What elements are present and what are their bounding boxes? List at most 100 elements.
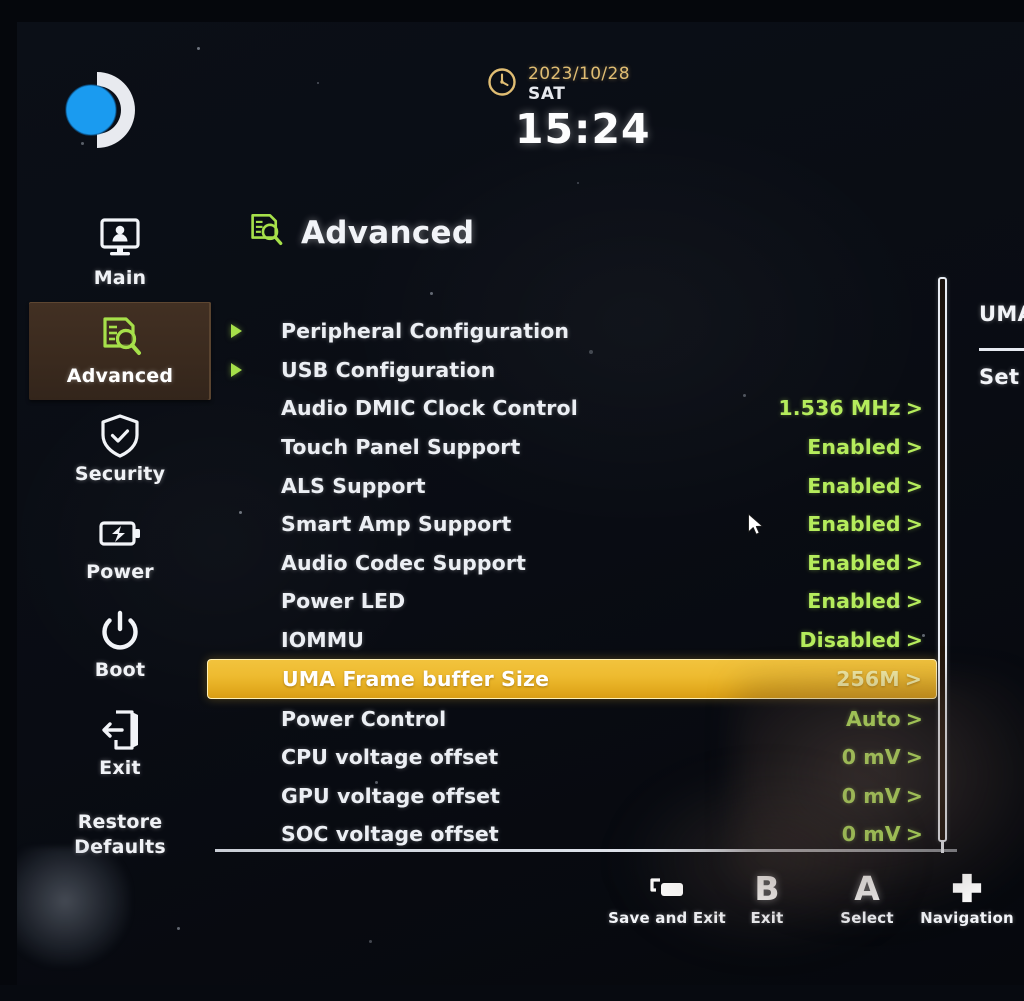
- settings-row-label: Peripheral Configuration: [281, 319, 570, 344]
- settings-row-label: Power LED: [281, 589, 406, 614]
- view-button-icon: [647, 867, 687, 909]
- sidebar-item-label: Power: [86, 561, 154, 583]
- chevron-right-icon: >: [905, 473, 923, 498]
- settings-row-label: ALS Support: [281, 473, 426, 498]
- b-button-glyph: B: [754, 868, 780, 908]
- settings-row-value[interactable]: Enabled >: [807, 474, 923, 498]
- settings-row-label: USB Configuration: [281, 357, 496, 382]
- chevron-right-icon: >: [905, 783, 923, 808]
- hint-exit[interactable]: B Exit: [717, 867, 817, 928]
- settings-row-label: Power Control: [281, 706, 447, 731]
- device-photo: 2023/10/28 SAT 15:24 Main Advanced Secur…: [0, 0, 1024, 1001]
- help-panel: UMA Set U: [979, 302, 1024, 389]
- settings-row-label: IOMMU: [281, 628, 365, 653]
- hint-save-and-exit[interactable]: Save and Exit: [608, 867, 726, 927]
- hint-navigation[interactable]: Navigation: [917, 867, 1017, 927]
- settings-row-als-support[interactable]: ALS Support Enabled >: [207, 466, 937, 505]
- chevron-right-icon: >: [905, 822, 923, 847]
- mouse-pointer-icon: [747, 513, 765, 541]
- settings-row-soc-voltage-offset[interactable]: SOC voltage offset 0 mV >: [207, 815, 937, 854]
- sidebar-item-security[interactable]: Security: [29, 400, 211, 498]
- settings-row-value[interactable]: Enabled >: [807, 551, 923, 575]
- settings-row-iommu[interactable]: IOMMU Disabled >: [207, 621, 937, 660]
- page-title: Advanced: [245, 212, 474, 254]
- settings-row-smart-amp-support[interactable]: Smart Amp Support Enabled >: [207, 505, 937, 544]
- settings-row-label: Touch Panel Support: [281, 435, 521, 460]
- device-bezel-left: [0, 0, 17, 1001]
- settings-row-power-led[interactable]: Power LED Enabled >: [207, 582, 937, 621]
- sidebar-item-main[interactable]: Main: [29, 204, 211, 302]
- sidebar: Main Advanced Security Power Boot Exit R…: [29, 204, 211, 860]
- hint-label: Save and Exit: [608, 909, 726, 927]
- list-separator: [215, 849, 957, 852]
- chevron-right-icon: >: [905, 745, 923, 770]
- restore-defaults-line1: Restore: [77, 811, 163, 833]
- chevron-right-icon: >: [905, 396, 923, 421]
- settings-row-value[interactable]: 1.536 MHz >: [778, 396, 923, 420]
- restore-defaults-button[interactable]: Restore Defaults: [29, 810, 211, 860]
- settings-row-value[interactable]: 0 mV >: [842, 822, 923, 846]
- scrollbar-track[interactable]: [938, 277, 947, 842]
- chevron-right-icon: >: [905, 589, 923, 614]
- clock-time: 15:24: [515, 105, 651, 153]
- settings-row-label: Smart Amp Support: [281, 512, 512, 537]
- clock-widget: 2023/10/28 SAT 15:24: [487, 64, 651, 151]
- settings-row-gpu-voltage-offset[interactable]: GPU voltage offset 0 mV >: [207, 777, 937, 816]
- sidebar-item-advanced[interactable]: Advanced: [29, 302, 211, 400]
- settings-row-value[interactable]: Disabled >: [800, 628, 923, 652]
- settings-row-touch-panel-support[interactable]: Touch Panel Support Enabled >: [207, 428, 937, 467]
- hint-label: Navigation: [920, 909, 1014, 927]
- power-button-icon: [96, 609, 144, 655]
- chevron-right-icon: >: [905, 435, 923, 460]
- settings-row-label: Audio DMIC Clock Control: [281, 396, 578, 421]
- settings-list: Peripheral Configuration USB Configurati…: [207, 312, 937, 854]
- submenu-arrow-icon: [231, 324, 242, 339]
- footer-hints: Save and Exit B Exit A Select Navigation: [608, 867, 1024, 947]
- document-magnifier-icon: [245, 212, 285, 254]
- settings-row-label: CPU voltage offset: [281, 745, 499, 770]
- dpad-icon: [951, 867, 983, 909]
- settings-row-uma-frame-buffer-size[interactable]: UMA Frame buffer Size 256M >: [207, 659, 937, 700]
- chevron-right-icon: >: [905, 628, 923, 653]
- sidebar-item-boot[interactable]: Boot: [29, 596, 211, 694]
- sidebar-item-label: Boot: [94, 659, 146, 681]
- page-title-text: Advanced: [301, 215, 475, 251]
- settings-row-cpu-voltage-offset[interactable]: CPU voltage offset 0 mV >: [207, 738, 937, 777]
- settings-row-value[interactable]: 0 mV >: [842, 784, 923, 808]
- clock-weekday: SAT: [528, 84, 566, 104]
- settings-row-usb-configuration[interactable]: USB Configuration: [207, 351, 937, 390]
- battery-bolt-icon: [96, 511, 144, 557]
- hint-label: Exit: [750, 909, 784, 927]
- bios-screen: 2023/10/28 SAT 15:24 Main Advanced Secur…: [17, 22, 1024, 985]
- help-panel-title: UMA: [979, 302, 1024, 326]
- clock-icon: [487, 67, 517, 97]
- restore-defaults-line2: Defaults: [74, 836, 166, 858]
- settings-row-value[interactable]: Auto >: [846, 707, 923, 731]
- settings-row-value[interactable]: Enabled >: [807, 512, 923, 536]
- settings-row-peripheral-configuration[interactable]: Peripheral Configuration: [207, 312, 937, 351]
- settings-row-audio-dmic-clock-control[interactable]: Audio DMIC Clock Control 1.536 MHz >: [207, 389, 937, 428]
- settings-row-label: GPU voltage offset: [281, 783, 501, 808]
- settings-row-value[interactable]: Enabled >: [807, 435, 923, 459]
- settings-row-value[interactable]: 256M >: [836, 667, 922, 691]
- settings-row-value[interactable]: 0 mV >: [842, 745, 923, 769]
- submenu-arrow-icon: [231, 362, 242, 377]
- shield-check-icon: [96, 413, 144, 459]
- a-button-icon: A: [854, 867, 880, 909]
- sidebar-item-power[interactable]: Power: [29, 498, 211, 596]
- settings-row-value[interactable]: Enabled >: [807, 589, 923, 613]
- help-panel-body: Set U: [979, 365, 1024, 389]
- exit-door-arrow-icon: [96, 707, 144, 753]
- device-bezel-top: [0, 0, 1024, 22]
- chevron-right-icon: >: [905, 550, 923, 575]
- monitor-user-icon: [96, 217, 144, 263]
- valve-steamdeck-logo-icon: [55, 64, 147, 156]
- sidebar-item-exit[interactable]: Exit: [29, 694, 211, 792]
- scrollbar[interactable]: [935, 277, 950, 853]
- document-magnifier-icon: [96, 315, 144, 361]
- settings-row-power-control[interactable]: Power Control Auto >: [207, 699, 937, 738]
- settings-row-audio-codec-support[interactable]: Audio Codec Support Enabled >: [207, 544, 937, 583]
- sidebar-item-label: Security: [74, 463, 166, 485]
- hint-select[interactable]: A Select: [817, 867, 917, 928]
- settings-row-label: Audio Codec Support: [281, 550, 526, 575]
